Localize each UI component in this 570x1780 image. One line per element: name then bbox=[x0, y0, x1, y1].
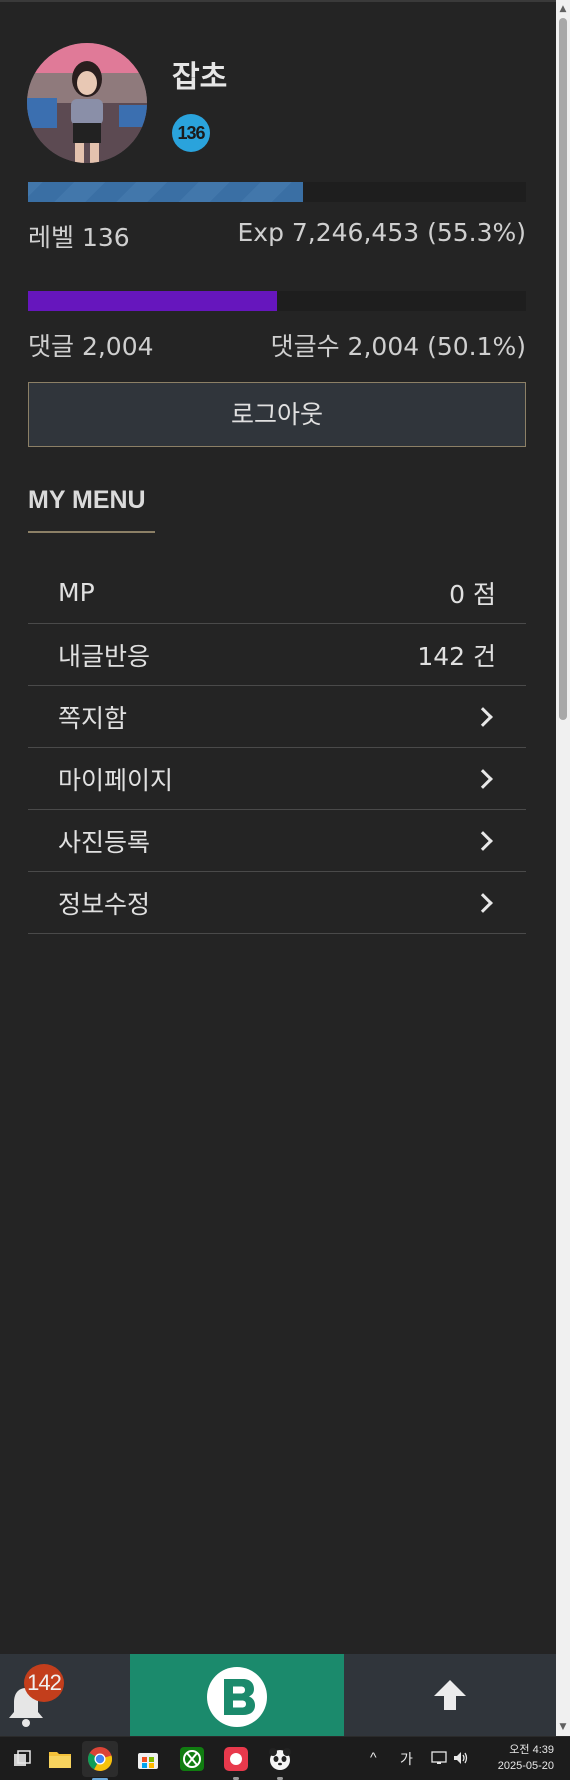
tray-chevron-up-icon[interactable]: ^ bbox=[370, 1749, 377, 1765]
notification-button[interactable]: 142 bbox=[0, 1654, 130, 1736]
chevron-right-icon bbox=[473, 892, 493, 913]
comment-progress-fill bbox=[28, 291, 278, 311]
clock-time: 오전 4:39 bbox=[509, 1744, 554, 1756]
volume-icon[interactable] bbox=[452, 1749, 470, 1767]
file-explorer-icon[interactable] bbox=[46, 1745, 74, 1773]
scroll-up-arrow-icon[interactable]: ▲ bbox=[556, 2, 570, 16]
level-text: 레벨 136 bbox=[28, 223, 130, 252]
scrollbar-thumb[interactable] bbox=[559, 18, 567, 720]
comment-count-text: 댓글수 2,004 (50.1%) bbox=[270, 332, 526, 361]
exp-progress-bar bbox=[28, 182, 526, 202]
menu-item-value: 0 점 bbox=[449, 579, 496, 609]
scroll-top-button[interactable] bbox=[344, 1654, 556, 1736]
my-menu-list: MP 0 점 내글반응 142 건 쪽지함 마이페이지 사진등록 정보수정 bbox=[28, 562, 526, 934]
arrow-up-icon bbox=[434, 1680, 466, 1710]
level-stats-row: 레벨 136 Exp 7,246,453 (55.3%) bbox=[28, 218, 526, 254]
comment-progress-bar bbox=[28, 291, 526, 311]
chevron-right-icon bbox=[473, 768, 493, 789]
task-view-icon[interactable] bbox=[8, 1745, 36, 1773]
menu-item-messages[interactable]: 쪽지함 bbox=[28, 686, 526, 748]
comment-stats-row: 댓글 2,004 댓글수 2,004 (50.1%) bbox=[28, 327, 526, 363]
page-scrollbar[interactable]: ▲ ▼ bbox=[556, 0, 570, 1736]
comment-text: 댓글 2,004 bbox=[28, 332, 154, 361]
bottom-navigation-bar: 142 bbox=[0, 1654, 556, 1736]
red-app-icon[interactable] bbox=[222, 1745, 250, 1773]
menu-title-underline bbox=[28, 531, 155, 533]
menu-item-label: 내글반응 bbox=[58, 641, 151, 671]
username: 잡초 bbox=[172, 60, 228, 95]
exp-text: Exp 7,246,453 (55.3%) bbox=[237, 218, 526, 247]
clock-date: 2025-05-20 bbox=[497, 1760, 554, 1772]
menu-item-label: 쪽지함 bbox=[58, 703, 128, 733]
menu-item-edit-info[interactable]: 정보수정 bbox=[28, 872, 526, 934]
ime-indicator[interactable]: 가 bbox=[400, 1749, 413, 1769]
menu-item-label: MP bbox=[58, 578, 95, 607]
windows-taskbar: ^ 가 오전 4:39 2025-05-20 bbox=[0, 1736, 570, 1780]
menu-item-value: 142 건 bbox=[417, 641, 496, 671]
mobile-page: 잡초 136 레벨 136 Exp 7,246,453 (55.3%) 댓글 2… bbox=[0, 0, 556, 1654]
panda-app-icon[interactable] bbox=[266, 1745, 294, 1773]
menu-item-label: 마이페이지 bbox=[58, 765, 174, 795]
top-divider bbox=[0, 0, 556, 2]
xbox-icon[interactable] bbox=[178, 1745, 206, 1773]
b-logo-icon bbox=[207, 1667, 267, 1727]
chrome-taskbar-slot[interactable] bbox=[82, 1741, 118, 1777]
microsoft-store-icon[interactable] bbox=[134, 1745, 162, 1773]
notification-count-badge: 142 bbox=[24, 1664, 64, 1702]
menu-item-label: 사진등록 bbox=[58, 827, 151, 857]
chrome-icon bbox=[87, 1747, 113, 1772]
chevron-right-icon bbox=[473, 830, 493, 851]
chevron-right-icon bbox=[473, 706, 493, 727]
level-badge-icon: 136 bbox=[172, 114, 210, 152]
menu-item-photo-upload[interactable]: 사진등록 bbox=[28, 810, 526, 872]
network-icon[interactable] bbox=[431, 1749, 449, 1767]
system-clock[interactable]: 오전 4:39 2025-05-20 bbox=[498, 1742, 554, 1774]
exp-progress-fill bbox=[28, 182, 304, 202]
menu-title: MY MENU bbox=[28, 486, 146, 514]
home-logo-button[interactable] bbox=[130, 1654, 344, 1736]
avatar[interactable] bbox=[27, 43, 147, 163]
menu-item-label: 정보수정 bbox=[58, 889, 151, 919]
menu-item-my-page[interactable]: 마이페이지 bbox=[28, 748, 526, 810]
menu-item-my-post-reactions[interactable]: 내글반응 142 건 bbox=[28, 624, 526, 686]
scroll-down-arrow-icon[interactable]: ▼ bbox=[556, 1720, 570, 1734]
logout-button[interactable]: 로그아웃 bbox=[28, 382, 526, 447]
menu-item-mp[interactable]: MP 0 점 bbox=[28, 562, 526, 624]
